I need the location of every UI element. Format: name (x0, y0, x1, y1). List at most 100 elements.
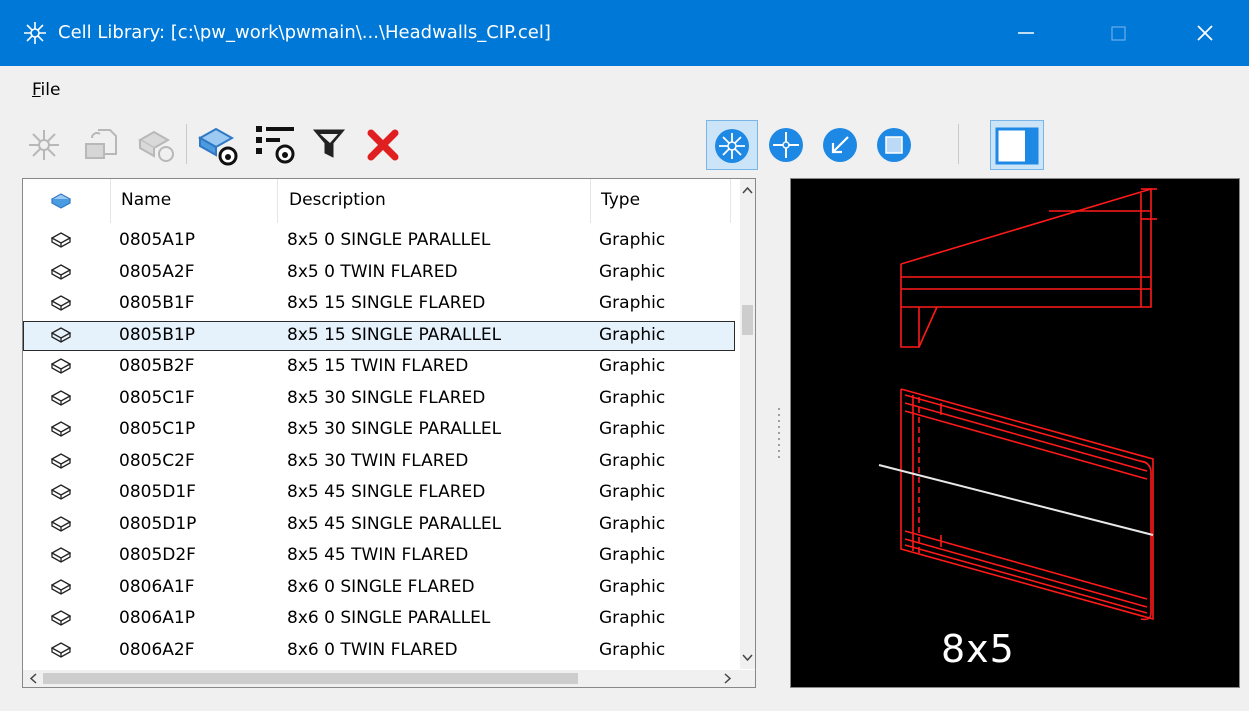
graphic-cell-icon (51, 578, 71, 595)
cell-type: Graphic (599, 419, 666, 439)
cell-preview: 8x5 (790, 178, 1240, 688)
table-row[interactable]: 0805B2F 8x5 15 TWIN FLARED Graphic (23, 352, 735, 382)
horizontal-scroll-thumb[interactable] (43, 673, 578, 684)
table-row[interactable]: 0805A2F 8x5 0 TWIN FLARED Graphic (23, 258, 735, 288)
table-row[interactable]: 0806A1F 8x6 0 SINGLE FLARED Graphic (23, 573, 735, 603)
cell-name: 0805D2F (119, 545, 196, 565)
cell-type: Graphic (599, 450, 666, 471)
placement-active-point-icon (715, 129, 749, 163)
minimize-icon (1018, 32, 1034, 34)
cell-description: 8x5 30 TWIN FLARED (287, 450, 469, 471)
delete-icon (367, 129, 399, 161)
placement-fit-button[interactable] (872, 120, 916, 170)
column-divider[interactable] (590, 179, 591, 223)
placement-center-button[interactable] (764, 120, 808, 170)
placement-active-point-button[interactable] (706, 120, 758, 170)
cell-name: 0806A2F (119, 639, 195, 660)
table-row[interactable]: 0805D1F 8x5 45 SINGLE FLARED Graphic (23, 478, 735, 508)
menu-file[interactable]: File (32, 80, 60, 100)
graphic-cell-icon (51, 263, 71, 280)
show-cells-button[interactable] (196, 120, 240, 170)
pane-splitter-grip[interactable] (776, 406, 782, 466)
place-cell-icon (29, 130, 59, 160)
cell-type: Graphic (599, 639, 666, 660)
cell-list[interactable]: Name Description Type 0805A1P 8x5 0 SINGL… (22, 178, 756, 688)
cell-name: 0805B1P (119, 324, 195, 345)
table-row[interactable]: 0805C2F 8x5 30 TWIN FLARED Graphic (23, 447, 735, 477)
table-row[interactable]: 0805A1P 8x5 0 SINGLE PARALLEL Graphic (23, 226, 735, 256)
filter-button[interactable] (310, 120, 354, 170)
table-row[interactable]: 0805B1P 8x5 15 SINGLE PARALLEL Graphic (23, 320, 735, 351)
placement-origin-button[interactable] (818, 120, 862, 170)
scrollbar-corner (740, 670, 755, 687)
cell-description: 8x5 30 SINGLE FLARED (287, 387, 486, 408)
update-cell-icon (137, 130, 174, 162)
create-cell-button[interactable] (78, 120, 122, 170)
horizontal-scrollbar[interactable] (23, 670, 740, 687)
cell-type: Graphic (599, 261, 666, 282)
graphic-cell-icon (51, 358, 71, 374)
title-bar: Cell Library: [c:\pw_work\pwmain\...\Hea… (0, 0, 1249, 66)
cell-name: 0805C1P (119, 419, 196, 439)
cell-name: 0806A1F (119, 576, 195, 597)
delete-button[interactable] (362, 120, 406, 170)
update-cell-button[interactable] (134, 120, 178, 170)
menu-bar (0, 66, 1249, 118)
show-details-button[interactable] (252, 120, 296, 170)
column-divider[interactable] (730, 179, 731, 223)
table-row[interactable]: 0806A2F 8x6 0 TWIN FLARED Graphic (23, 636, 735, 666)
close-button[interactable] (1160, 0, 1249, 66)
scroll-up-icon[interactable] (740, 181, 755, 199)
cell-description: 8x6 0 TWIN FLARED (287, 639, 458, 660)
cell-description: 8x5 15 SINGLE PARALLEL (287, 324, 502, 345)
table-row[interactable]: 0805B1F 8x5 15 SINGLE FLARED Graphic (23, 289, 735, 319)
table-row[interactable]: 0805D2F 8x5 45 TWIN FLARED Graphic (23, 541, 735, 571)
cell-description: 8x5 45 SINGLE PARALLEL (287, 513, 502, 534)
column-header-type[interactable]: Type (601, 190, 640, 210)
cell-type-column-icon (51, 193, 71, 209)
cell-description: 8x5 0 SINGLE PARALLEL (287, 230, 491, 250)
column-header-description[interactable]: Description (289, 190, 386, 210)
filter-icon (312, 129, 346, 158)
cell-name: 0805A2F (119, 261, 195, 282)
cell-type: Graphic (599, 324, 666, 345)
column-header-name[interactable]: Name (121, 190, 171, 210)
table-row[interactable]: 0806A1P 8x6 0 SINGLE PARALLEL Graphic (23, 604, 735, 634)
minimize-button[interactable] (981, 0, 1071, 66)
place-cell-button[interactable] (22, 120, 66, 170)
preview-pane-toggle-button[interactable] (990, 120, 1044, 170)
maximize-button[interactable] (1073, 0, 1163, 66)
cell-description: 8x6 0 SINGLE FLARED (287, 576, 475, 597)
cell-description: 8x5 0 TWIN FLARED (287, 261, 458, 282)
cell-name: 0805D1F (119, 482, 196, 502)
placement-origin-icon (823, 128, 857, 162)
show-cells-icon (197, 127, 238, 166)
scroll-down-icon[interactable] (740, 649, 755, 667)
vertical-scroll-thumb[interactable] (742, 305, 753, 335)
table-row[interactable]: 0805C1F 8x5 30 SINGLE FLARED Graphic (23, 384, 735, 414)
graphic-cell-icon (51, 295, 71, 311)
cell-type: Graphic (599, 356, 666, 376)
table-row[interactable]: 0805D1P 8x5 45 SINGLE PARALLEL Graphic (23, 510, 735, 540)
cell-type: Graphic (599, 545, 666, 565)
show-details-icon (256, 126, 295, 164)
cell-type: Graphic (599, 293, 666, 313)
preview-pane-toggle-icon (995, 127, 1039, 165)
cell-name: 0805D1P (119, 513, 197, 534)
cell-description: 8x5 45 TWIN FLARED (287, 545, 469, 565)
vertical-scrollbar[interactable] (740, 179, 755, 669)
cell-library-icon (24, 22, 46, 44)
placement-fit-icon (877, 128, 911, 162)
list-header: Name Description Type (23, 179, 738, 223)
cell-type: Graphic (599, 576, 666, 597)
table-row[interactable]: 0805C1P 8x5 30 SINGLE PARALLEL Graphic (23, 415, 735, 445)
scroll-left-icon[interactable] (25, 670, 43, 687)
cell-type: Graphic (599, 230, 666, 250)
graphic-cell-icon (51, 641, 71, 658)
cell-type: Graphic (599, 513, 666, 534)
column-divider[interactable] (110, 179, 111, 223)
column-divider[interactable] (277, 179, 278, 223)
scroll-right-icon[interactable] (718, 670, 736, 687)
graphic-cell-icon (51, 547, 71, 563)
cell-type: Graphic (599, 482, 666, 502)
